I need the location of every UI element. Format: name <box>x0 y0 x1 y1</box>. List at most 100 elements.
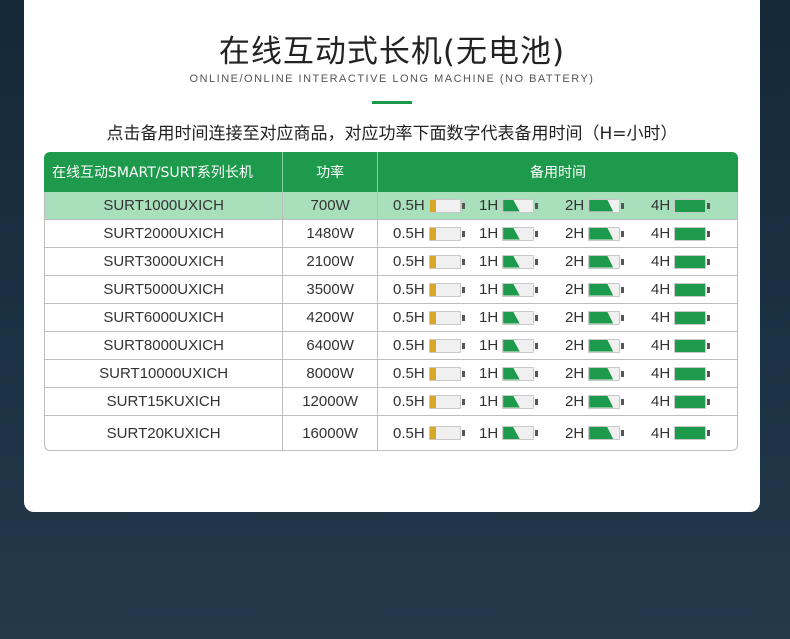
table-row[interactable]: SURT1000UXICH 700W 0.5H 1H 2H 4H <box>44 192 738 220</box>
backup-time-options: 0.5H 1H 2H 4H <box>378 281 737 298</box>
battery-icon <box>588 338 625 353</box>
backup-time-label: 4H <box>651 424 671 442</box>
power-cell: 3500W <box>283 276 378 304</box>
battery-icon <box>502 338 539 353</box>
model-cell[interactable]: SURT10000UXICH <box>44 360 284 388</box>
battery-icon <box>502 282 539 297</box>
table-row[interactable]: SURT8000UXICH 6400W 0.5H 1H 2H 4H <box>44 332 738 360</box>
backup-time-options: 0.5H 1H 2H 4H <box>378 253 737 270</box>
backup-time-cell: 0.5H 1H 2H 4H <box>378 332 738 360</box>
backup-time-label: 4H <box>651 365 671 382</box>
model-cell[interactable]: SURT15KUXICH <box>44 388 284 416</box>
backup-time-cell: 0.5H 1H 2H 4H <box>378 388 738 416</box>
backup-time-link[interactable]: 1H <box>479 281 565 298</box>
backup-time-options: 0.5H 1H 2H 4H <box>378 425 737 442</box>
backup-time-label: 4H <box>651 309 671 326</box>
model-cell[interactable]: SURT5000UXICH <box>44 276 284 304</box>
battery-icon <box>588 310 625 325</box>
backup-time-link[interactable]: 0.5H <box>393 425 479 442</box>
backup-time-options: 0.5H 1H 2H 4H <box>378 365 737 382</box>
backup-time-label: 0.5H <box>393 337 425 354</box>
backup-time-link[interactable]: 1H <box>479 225 565 242</box>
backup-time-options: 0.5H 1H 2H 4H <box>378 393 737 410</box>
backup-time-link[interactable]: 2H <box>565 225 651 242</box>
backup-time-link[interactable]: 4H <box>651 393 737 410</box>
backup-time-link[interactable]: 0.5H <box>393 281 479 298</box>
backup-time-label: 1H <box>479 424 499 442</box>
table-row[interactable]: SURT3000UXICH 2100W 0.5H 1H 2H 4H <box>44 248 738 276</box>
battery-icon <box>588 366 625 381</box>
table-row[interactable]: SURT2000UXICH 1480W 0.5H 1H 2H 4H <box>44 220 738 248</box>
power-cell: 1480W <box>283 220 378 248</box>
backup-time-link[interactable]: 1H <box>479 337 565 354</box>
battery-icon <box>674 310 711 325</box>
battery-icon <box>588 426 625 440</box>
battery-icon <box>674 254 711 269</box>
model-cell[interactable]: SURT2000UXICH <box>44 220 284 248</box>
backup-time-label: 0.5H <box>393 424 425 442</box>
backup-time-options: 0.5H 1H 2H 4H <box>378 337 737 354</box>
backup-time-link[interactable]: 4H <box>651 197 737 214</box>
model-cell[interactable]: SURT3000UXICH <box>44 248 284 276</box>
backup-time-link[interactable]: 4H <box>651 253 737 270</box>
backup-time-label: 2H <box>565 337 585 354</box>
page-title: 在线互动式长机(无电池) <box>218 34 566 70</box>
backup-time-link[interactable]: 4H <box>651 309 737 326</box>
backup-time-link[interactable]: 4H <box>651 225 737 242</box>
battery-icon <box>428 310 465 325</box>
backup-time-link[interactable]: 2H <box>565 393 651 410</box>
battery-icon <box>674 338 711 353</box>
backup-time-link[interactable]: 2H <box>565 365 651 382</box>
battery-icon <box>502 366 539 381</box>
backup-time-link[interactable]: 1H <box>479 253 565 270</box>
backup-time-link[interactable]: 0.5H <box>393 365 479 382</box>
backup-time-link[interactable]: 4H <box>651 337 737 354</box>
backup-time-label: 4H <box>651 253 671 270</box>
table-row[interactable]: SURT15KUXICH 12000W 0.5H 1H 2H 4H <box>44 388 738 416</box>
model-cell[interactable]: SURT1000UXICH <box>44 192 284 220</box>
accent-divider <box>372 101 412 104</box>
backup-time-link[interactable]: 1H <box>479 197 565 214</box>
backup-time-label: 1H <box>479 253 499 270</box>
header-model: 在线互动SMART/SURT系列长机 <box>44 152 284 192</box>
backup-time-link[interactable]: 2H <box>565 309 651 326</box>
backup-time-link[interactable]: 0.5H <box>393 197 479 214</box>
power-cell: 8000W <box>283 360 378 388</box>
backup-time-link[interactable]: 0.5H <box>393 393 479 410</box>
model-cell[interactable]: SURT6000UXICH <box>44 304 284 332</box>
backup-time-link[interactable]: 2H <box>565 197 651 214</box>
backup-time-link[interactable]: 0.5H <box>393 225 479 242</box>
model-cell[interactable]: SURT20KUXICH <box>44 416 284 451</box>
table-row[interactable]: SURT20KUXICH 16000W 0.5H 1H 2H 4H <box>44 416 738 451</box>
backup-time-link[interactable]: 0.5H <box>393 337 479 354</box>
backup-time-link[interactable]: 4H <box>651 365 737 382</box>
table-row[interactable]: SURT6000UXICH 4200W 0.5H 1H 2H 4H <box>44 304 738 332</box>
table-row[interactable]: SURT5000UXICH 3500W 0.5H 1H 2H 4H <box>44 276 738 304</box>
backup-time-link[interactable]: 4H <box>651 425 737 442</box>
backup-time-label: 4H <box>651 393 671 410</box>
backup-time-link[interactable]: 2H <box>565 337 651 354</box>
backup-time-label: 4H <box>651 281 671 298</box>
backup-time-link[interactable]: 2H <box>565 253 651 270</box>
backup-time-cell: 0.5H 1H 2H 4H <box>378 360 738 388</box>
page-subtitle: ONLINE/ONLINE INTERACTIVE LONG MACHINE (… <box>189 73 595 85</box>
backup-time-cell: 0.5H 1H 2H 4H <box>378 276 738 304</box>
backup-time-link[interactable]: 2H <box>565 425 651 442</box>
backup-time-label: 1H <box>479 281 499 298</box>
backup-time-label: 0.5H <box>393 281 425 298</box>
backup-time-link[interactable]: 4H <box>651 281 737 298</box>
backup-time-cell: 0.5H 1H 2H 4H <box>378 248 738 276</box>
power-cell: 16000W <box>283 416 378 451</box>
table-row[interactable]: SURT10000UXICH 8000W 0.5H 1H 2H 4H <box>44 360 738 388</box>
backup-time-link[interactable]: 1H <box>479 365 565 382</box>
model-cell[interactable]: SURT8000UXICH <box>44 332 284 360</box>
backup-time-link[interactable]: 0.5H <box>393 309 479 326</box>
backup-time-link[interactable]: 0.5H <box>393 253 479 270</box>
backup-time-link[interactable]: 1H <box>479 425 565 442</box>
backup-time-label: 0.5H <box>393 197 425 214</box>
header-power: 功率 <box>283 152 378 192</box>
backup-time-link[interactable]: 1H <box>479 393 565 410</box>
backup-time-link[interactable]: 1H <box>479 309 565 326</box>
content-card: 在线互动式长机(无电池) ONLINE/ONLINE INTERACTIVE L… <box>24 0 760 512</box>
backup-time-link[interactable]: 2H <box>565 281 651 298</box>
